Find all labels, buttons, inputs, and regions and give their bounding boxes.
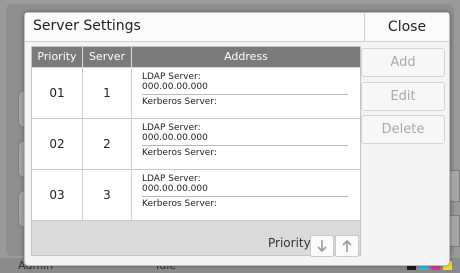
server-cell: 3 [83, 170, 132, 220]
ldap-value: 000.00.00.000 [142, 82, 208, 92]
address-divider [142, 196, 348, 197]
move-up-button[interactable] [335, 235, 359, 257]
move-down-button[interactable] [310, 235, 334, 257]
priority-label: Priority [268, 236, 311, 250]
table-header: Priority Server Address [32, 47, 360, 67]
priority-cell: 03 [32, 170, 83, 220]
edit-button[interactable]: Edit [361, 82, 445, 111]
priority-cell: 01 [32, 68, 83, 118]
ldap-label: LDAP Server: [142, 72, 201, 82]
dialog-header: Server Settings Close [25, 13, 449, 42]
address-divider [142, 94, 348, 95]
address-cell: LDAP Server: 000.00.00.000 Kerberos Serv… [142, 123, 348, 158]
priority-controls: Priority [32, 235, 360, 257]
delete-button[interactable]: Delete [361, 115, 445, 144]
address-cell: LDAP Server: 000.00.00.000 Kerberos Serv… [142, 174, 348, 209]
ldap-value: 000.00.00.000 [142, 133, 208, 143]
table-row[interactable]: 02 2 LDAP Server: 000.00.00.000 Kerberos… [32, 119, 360, 170]
column-header-priority: Priority [32, 47, 83, 67]
column-header-address: Address [224, 50, 268, 63]
arrow-down-icon [317, 238, 327, 257]
server-cell: 2 [83, 119, 132, 169]
dialog-title: Server Settings [33, 18, 141, 34]
address-divider [142, 145, 348, 146]
ldap-value: 000.00.00.000 [142, 184, 208, 194]
ldap-label: LDAP Server: [142, 174, 201, 184]
server-cell: 1 [83, 68, 132, 118]
table-row[interactable]: 01 1 LDAP Server: 000.00.00.000 Kerberos… [32, 68, 360, 119]
address-cell: LDAP Server: 000.00.00.000 Kerberos Serv… [142, 72, 348, 107]
arrow-up-icon [342, 238, 352, 257]
close-button[interactable]: Close [364, 13, 449, 41]
kerberos-label: Kerberos Server: [142, 148, 217, 158]
server-table: Priority Server Address 01 1 LDAP Server… [31, 46, 361, 257]
column-header-server: Server [83, 47, 132, 67]
add-button[interactable]: Add [361, 48, 445, 77]
kerberos-label: Kerberos Server: [142, 199, 217, 209]
ldap-label: LDAP Server: [142, 123, 201, 133]
kerberos-label: Kerberos Server: [142, 97, 217, 107]
server-settings-dialog: Server Settings Close Priority Server Ad… [24, 12, 450, 266]
table-row[interactable]: 03 3 LDAP Server: 000.00.00.000 Kerberos… [32, 170, 360, 221]
priority-cell: 02 [32, 119, 83, 169]
